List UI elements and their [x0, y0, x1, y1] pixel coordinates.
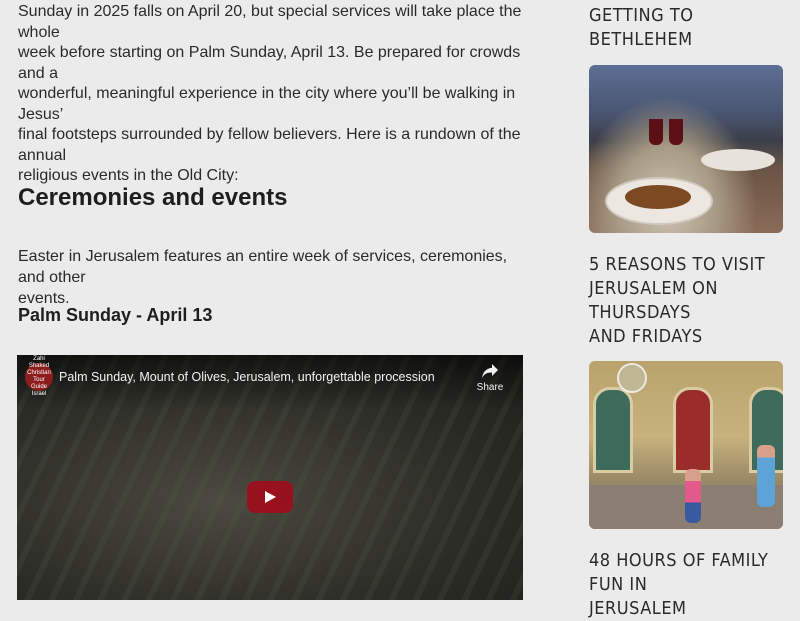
intro-line: wonderful, meaningful experience in the …	[18, 85, 516, 123]
intro-line: Sunday in 2025 falls on April 20, but sp…	[18, 3, 522, 41]
embedded-video[interactable]: Zahi Shaked Christian Tour Guide Israel …	[17, 355, 523, 600]
sidebar-link-family-fun[interactable]: 48 HOURS OF FAMILY FUN IN JERUSALEM	[589, 549, 794, 621]
sidebar-image-jerusalem-dinner[interactable]	[589, 65, 783, 233]
sidebar-link-title-line: 5 REASONS TO VISIT	[589, 254, 766, 275]
section-paragraph: Easter in Jerusalem features an entire w…	[18, 246, 524, 309]
sidebar-link-getting-to-bethlehem[interactable]: GETTING TO BETHLEHEM	[589, 4, 794, 52]
sidebar-link-title-line: JERUSALEM	[589, 598, 687, 619]
sidebar-link-title-line: JERUSALEM ON THURSDAYS	[589, 278, 719, 323]
video-title[interactable]: Palm Sunday, Mount of Olives, Jerusalem,…	[59, 370, 435, 384]
channel-badge-line: Israel	[31, 391, 47, 397]
wine-glass	[649, 119, 663, 145]
plate	[701, 149, 775, 171]
section-heading: Ceremonies and events	[18, 184, 288, 211]
channel-badge-line: Tour Guide	[30, 377, 47, 390]
child-figure	[757, 445, 775, 507]
sidebar-image-family-street[interactable]	[589, 361, 783, 529]
intro-line: final footsteps surrounded by fellow bel…	[18, 126, 521, 164]
channel-badge-line: Zahi	[33, 356, 45, 362]
sidebar-link-title: GETTING TO BETHLEHEM	[589, 5, 694, 50]
video-thumbnail	[17, 355, 523, 600]
arched-door	[593, 387, 633, 473]
share-icon	[482, 364, 498, 378]
share-button[interactable]: Share	[475, 363, 505, 393]
intro-line: week before starting on Palm Sunday, Apr…	[18, 44, 521, 82]
play-button[interactable]	[247, 481, 293, 513]
plate	[605, 177, 713, 225]
share-label: Share	[476, 382, 504, 393]
sidebar-link-title-line: AND FRIDAYS	[589, 326, 703, 347]
play-icon	[265, 491, 276, 503]
channel-badge-line: Shaked	[28, 363, 50, 369]
wine-glass	[669, 119, 683, 145]
sidebar-link-title-line: 48 HOURS OF FAMILY FUN IN	[589, 550, 769, 595]
channel-badge-line: Christian	[27, 370, 51, 376]
arched-door	[673, 387, 713, 473]
child-figure	[685, 469, 701, 523]
intro-paragraph: Sunday in 2025 falls on April 20, but sp…	[18, 2, 524, 187]
sidebar-link-5-reasons[interactable]: 5 REASONS TO VISIT JERUSALEM ON THURSDAY…	[589, 253, 794, 349]
subheading-palm-sunday: Palm Sunday - April 13	[18, 305, 213, 325]
channel-avatar[interactable]: Zahi Shaked Christian Tour Guide Israel	[25, 356, 53, 397]
soap-bubble	[617, 363, 647, 393]
section-paragraph-line: Easter in Jerusalem features an entire w…	[18, 248, 508, 286]
